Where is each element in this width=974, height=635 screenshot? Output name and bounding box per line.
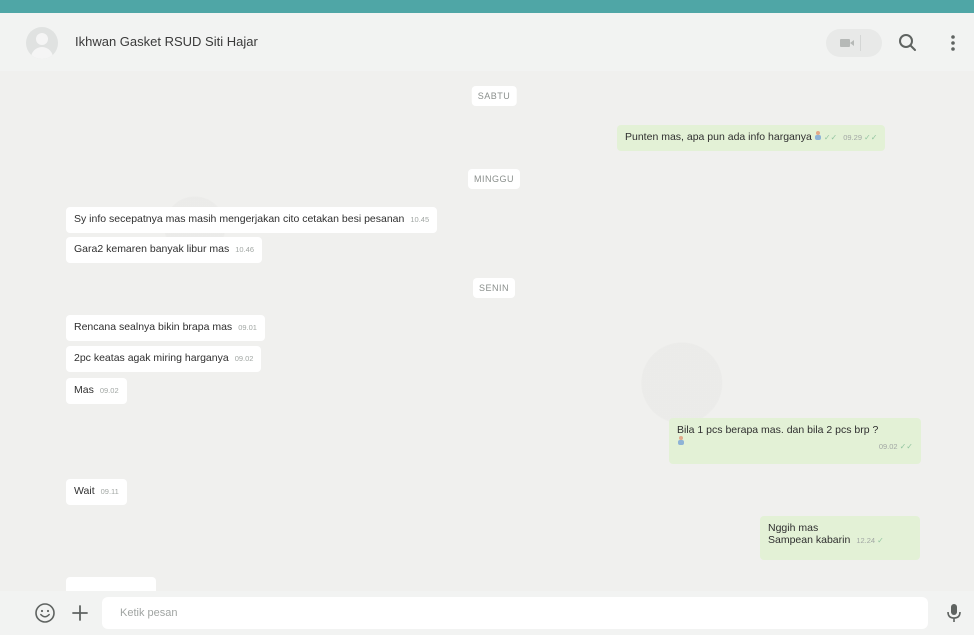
message-text: Rencana sealnya bikin brapa mas bbox=[74, 321, 233, 333]
microphone-icon bbox=[947, 604, 961, 622]
message-input[interactable] bbox=[102, 597, 928, 629]
plus-icon bbox=[72, 605, 88, 621]
emoji-icon bbox=[814, 131, 822, 141]
chat-header: Ikhwan Gasket RSUD Siti Hajar bbox=[0, 13, 974, 71]
message-text: Gara2 kemaren banyak libur mas bbox=[74, 243, 230, 255]
message-incoming[interactable]: Rencana sealnya bikin brapa mas 09.01 bbox=[66, 315, 265, 341]
message-incoming[interactable]: Wait 09.11 bbox=[66, 479, 127, 505]
menu-dots-icon bbox=[951, 35, 955, 51]
message-incoming[interactable]: Gara2 kemaren banyak libur mas 10.46 bbox=[66, 237, 263, 263]
message-time: 10.45 bbox=[410, 215, 430, 224]
date-separator-minggu: MINGGU bbox=[468, 169, 520, 189]
message-incoming[interactable]: Sy info secepatnya mas masih mengerjakan… bbox=[66, 207, 438, 233]
message-time: 09.02 bbox=[234, 354, 254, 363]
video-call-button[interactable] bbox=[826, 29, 882, 57]
video-camera-icon bbox=[840, 39, 854, 47]
message-incoming[interactable]: 2pc keatas agak miring harganya 09.02 bbox=[66, 346, 262, 372]
message-incoming-partial[interactable] bbox=[66, 577, 156, 591]
read-tick-icon: ✓✓ bbox=[864, 133, 878, 142]
message-outgoing[interactable]: Bila 1 pcs berapa mas. dan bila 2 pcs br… bbox=[669, 418, 921, 464]
message-time: 09.29 bbox=[843, 133, 862, 142]
message-time: 09.01 bbox=[238, 323, 257, 332]
message-time: 09.11 bbox=[100, 487, 119, 496]
message-outgoing[interactable]: Nggih mas Sampean kabarin 12.24 ✓ bbox=[760, 516, 920, 560]
voice-message-button[interactable] bbox=[944, 602, 964, 629]
search-button[interactable] bbox=[895, 30, 921, 56]
message-time: 09.02 bbox=[99, 386, 119, 395]
date-separator-senin: SENIN bbox=[472, 278, 516, 298]
message-composer bbox=[0, 591, 974, 635]
message-outgoing[interactable]: Punten mas, apa pun ada info harganya ✓✓ 0… bbox=[617, 125, 886, 151]
message-time: 12.24 bbox=[856, 536, 876, 545]
read-tick-icon: ✓✓ bbox=[823, 133, 838, 142]
contact-name[interactable]: Ikhwan Gasket RSUD Siti Hajar bbox=[75, 34, 258, 49]
smiley-icon bbox=[35, 603, 55, 623]
emoji-icon bbox=[677, 436, 685, 446]
message-text: Mas bbox=[74, 384, 94, 396]
attach-button[interactable] bbox=[69, 602, 91, 629]
date-separator-sabtu: SABTU bbox=[471, 86, 517, 106]
window-top-strip bbox=[0, 0, 974, 13]
chat-pane[interactable]: SABTU Punten mas, apa pun ada info harga… bbox=[0, 71, 974, 591]
read-tick-icon: ✓✓ bbox=[899, 442, 913, 451]
menu-button[interactable] bbox=[940, 30, 966, 56]
message-time: 10.46 bbox=[235, 245, 255, 254]
message-text-line: Sampean kabarin bbox=[768, 534, 851, 546]
avatar[interactable] bbox=[26, 27, 58, 59]
divider bbox=[860, 35, 861, 51]
message-text: Sy info secepatnya mas masih mengerjakan… bbox=[74, 213, 405, 225]
message-text: 2pc keatas agak miring harganya bbox=[74, 352, 229, 364]
message-text: Wait bbox=[74, 485, 95, 497]
message-text: Punten mas, apa pun ada info harganya bbox=[625, 131, 812, 143]
message-time: 09.02 bbox=[878, 442, 898, 451]
message-text: Bila 1 pcs berapa mas. dan bila 2 pcs br… bbox=[677, 424, 879, 436]
message-incoming[interactable]: Mas 09.02 bbox=[66, 378, 127, 404]
emoji-button[interactable] bbox=[34, 602, 56, 629]
search-icon bbox=[899, 34, 916, 51]
sent-tick-icon: ✓ bbox=[877, 536, 884, 545]
message-text-line: Nggih mas bbox=[768, 522, 819, 534]
